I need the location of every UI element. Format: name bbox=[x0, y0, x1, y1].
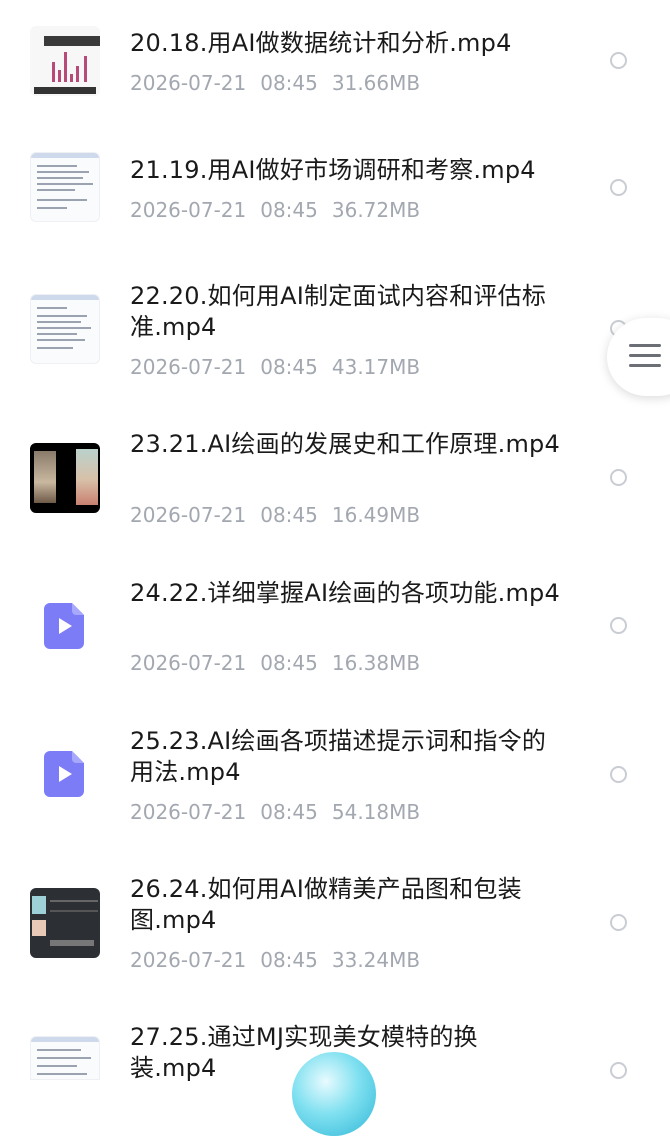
file-time: 08:45 bbox=[260, 948, 318, 972]
file-meta: 2026-07-21 08:45 31.66MB bbox=[130, 71, 420, 95]
video-thumbnail bbox=[30, 152, 100, 222]
select-radio[interactable] bbox=[610, 52, 627, 69]
file-date: 2026-07-21 bbox=[130, 355, 247, 379]
file-meta: 2026-07-21 08:45 16.38MB bbox=[130, 651, 420, 675]
file-meta: 2026-07-21 08:45 33.24MB bbox=[130, 948, 420, 972]
video-thumbnail bbox=[30, 888, 100, 958]
file-time: 08:45 bbox=[260, 198, 318, 222]
floating-menu-button[interactable] bbox=[607, 318, 670, 396]
file-name: 20.18.用AI做数据统计和分析.mp4 bbox=[130, 29, 512, 57]
floating-assistant-button[interactable] bbox=[292, 1052, 376, 1136]
file-meta: 2026-07-21 08:45 43.17MB bbox=[130, 355, 420, 379]
video-thumbnail bbox=[30, 1036, 100, 1080]
select-radio[interactable] bbox=[610, 469, 627, 486]
video-file-icon bbox=[44, 751, 84, 797]
select-radio[interactable] bbox=[610, 617, 627, 634]
file-size: 16.38MB bbox=[331, 651, 421, 675]
file-name: 26.24.如何用AI做精美产品图和包装图.mp4 bbox=[130, 875, 522, 934]
file-time: 08:45 bbox=[260, 71, 318, 95]
file-size: 54.18MB bbox=[331, 800, 421, 824]
file-date: 2026-07-21 bbox=[130, 503, 247, 527]
hamburger-menu-icon-line bbox=[629, 354, 661, 357]
file-size: 16.49MB bbox=[331, 503, 421, 527]
file-name: 25.23.AI绘画各项描述提示词和指令的用法.mp4 bbox=[130, 727, 547, 786]
file-time: 08:45 bbox=[260, 503, 318, 527]
file-size: 43.17MB bbox=[331, 355, 421, 379]
file-name: 21.19.用AI做好市场调研和考察.mp4 bbox=[130, 156, 536, 184]
file-date: 2026-07-21 bbox=[130, 198, 247, 222]
file-name: 24.22.详细掌握AI绘画的各项功能.mp4 bbox=[130, 579, 560, 607]
select-radio[interactable] bbox=[610, 914, 627, 931]
file-meta: 2026-07-21 08:45 36.72MB bbox=[130, 198, 420, 222]
file-name: 23.21.AI绘画的发展史和工作原理.mp4 bbox=[130, 430, 560, 458]
file-time: 08:45 bbox=[260, 355, 318, 379]
hamburger-menu-icon-line bbox=[629, 364, 661, 367]
file-name: 22.20.如何用AI制定面试内容和评估标准.mp4 bbox=[130, 282, 547, 341]
video-thumbnail bbox=[30, 443, 100, 513]
select-radio[interactable] bbox=[610, 179, 627, 196]
file-time: 08:45 bbox=[260, 800, 318, 824]
file-size: 31.66MB bbox=[331, 71, 421, 95]
video-file-icon bbox=[44, 603, 84, 649]
file-date: 2026-07-21 bbox=[130, 948, 247, 972]
hamburger-menu-icon bbox=[629, 344, 661, 347]
file-date: 2026-07-21 bbox=[130, 800, 247, 824]
select-radio[interactable] bbox=[610, 766, 627, 783]
file-size: 36.72MB bbox=[331, 198, 421, 222]
file-meta: 2026-07-21 08:45 54.18MB bbox=[130, 800, 420, 824]
file-time: 08:45 bbox=[260, 651, 318, 675]
video-thumbnail bbox=[30, 26, 100, 96]
file-date: 2026-07-21 bbox=[130, 71, 247, 95]
file-meta: 2026-07-21 08:45 16.49MB bbox=[130, 503, 420, 527]
video-thumbnail bbox=[30, 294, 100, 364]
file-size: 33.24MB bbox=[331, 948, 421, 972]
select-radio[interactable] bbox=[610, 1062, 627, 1079]
file-date: 2026-07-21 bbox=[130, 651, 247, 675]
